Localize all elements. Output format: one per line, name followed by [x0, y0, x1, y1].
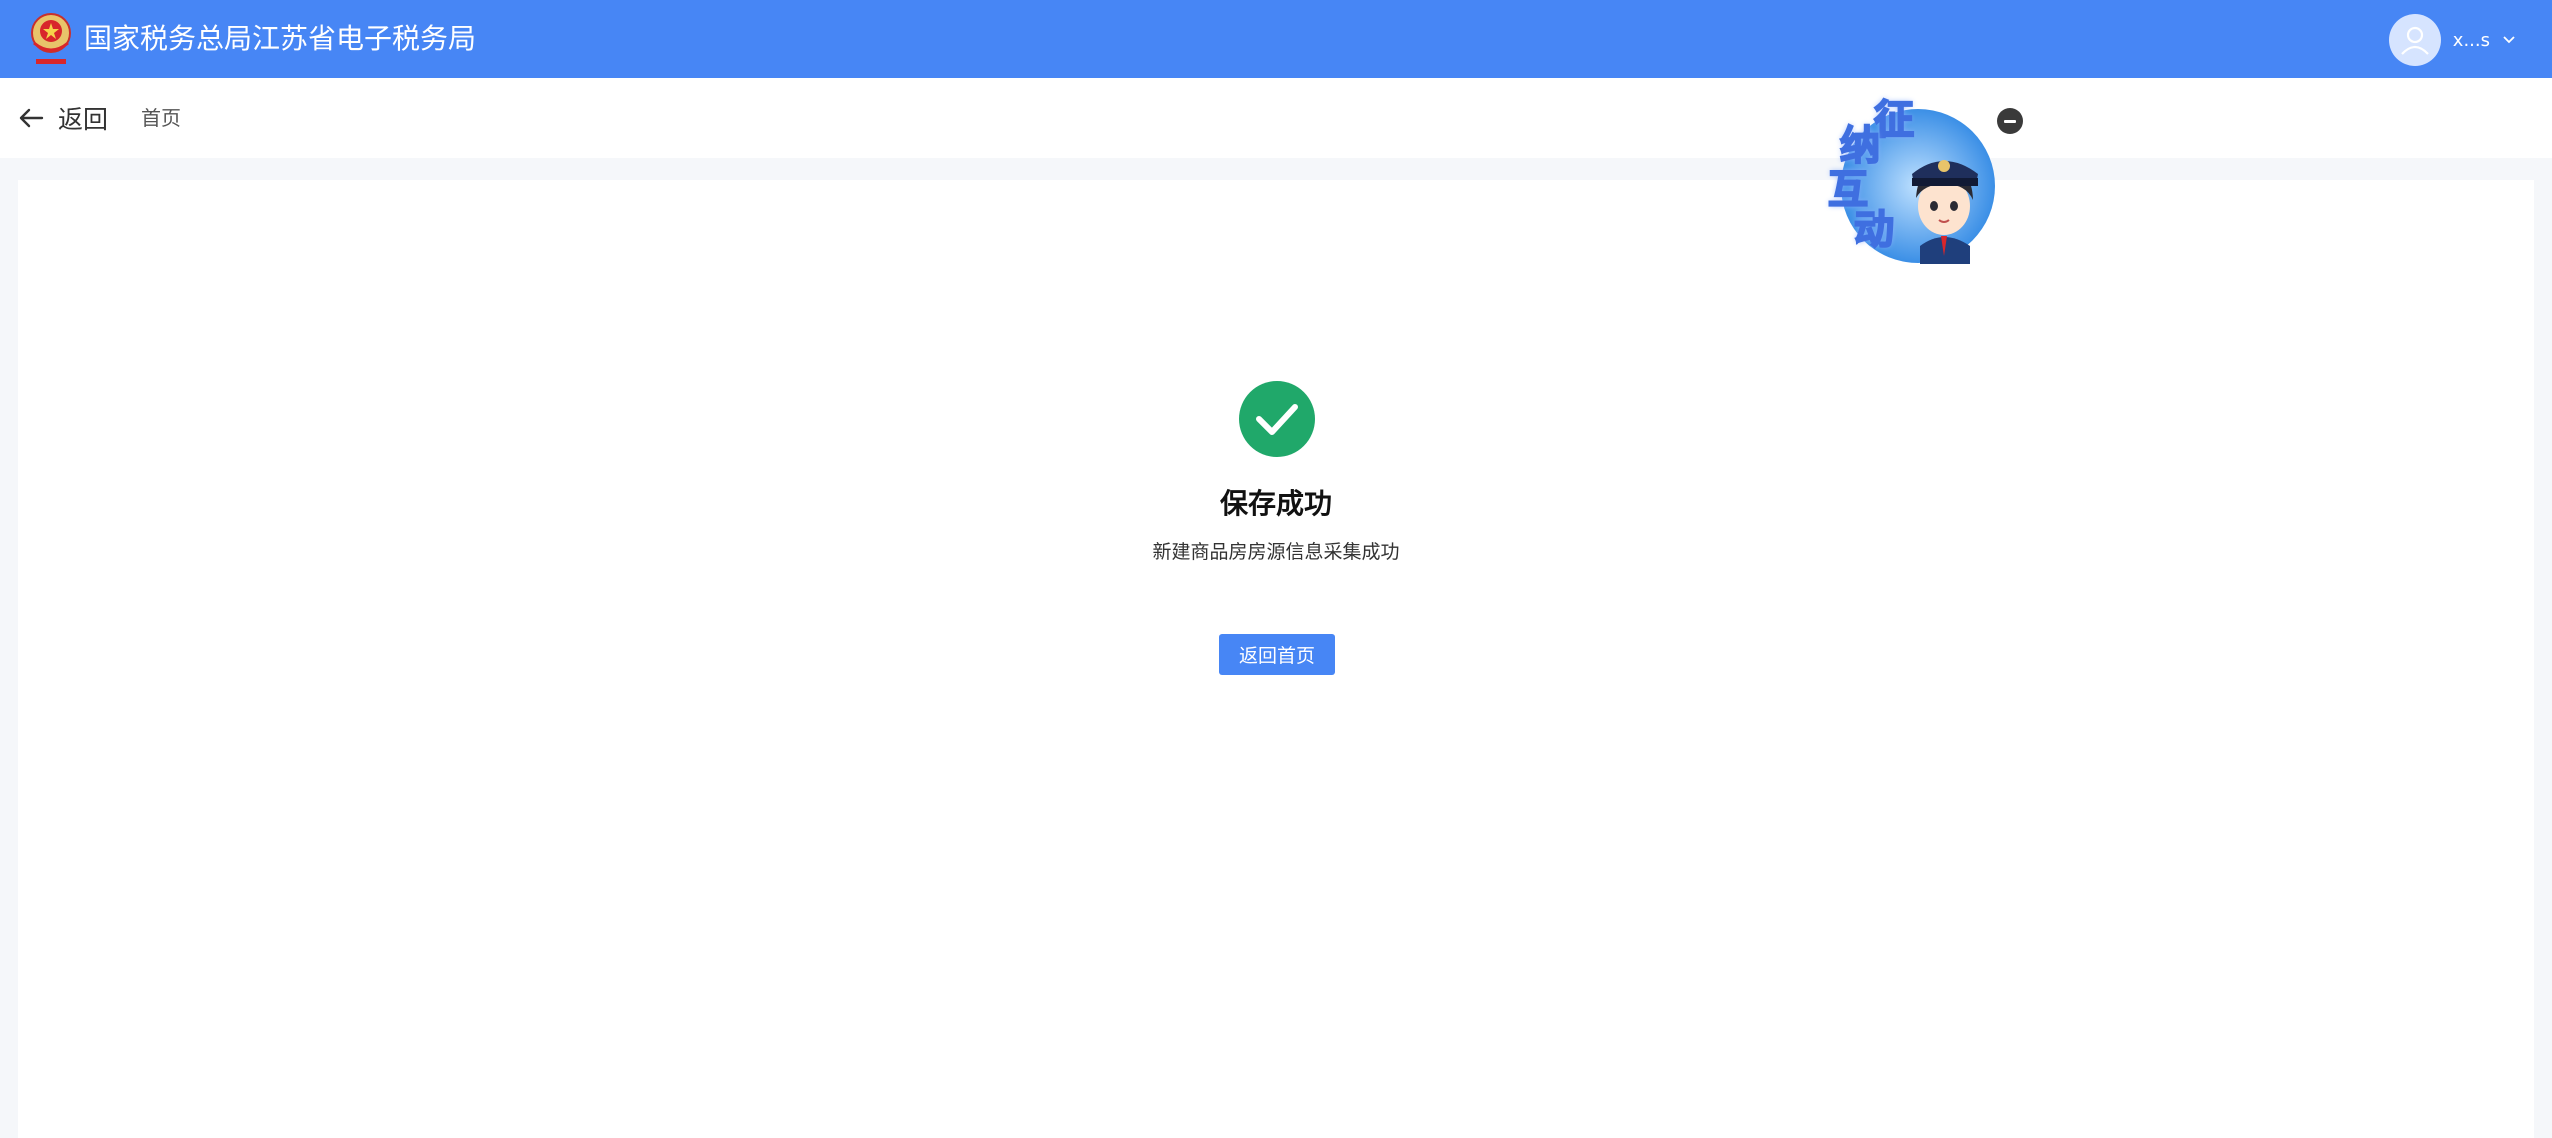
user-menu[interactable]: x...s	[2388, 14, 2516, 66]
arrow-left-icon	[19, 108, 44, 128]
user-avatar-icon	[2388, 14, 2441, 66]
assistant-char-2: 纳	[1839, 123, 1881, 169]
username: x...s	[2452, 29, 2490, 51]
assistant-char-1: 征	[1873, 97, 1915, 143]
check-circle-icon	[1239, 381, 1315, 457]
tax-emblem-icon	[31, 13, 71, 64]
back-button[interactable]: 返回	[18, 100, 108, 136]
return-home-button[interactable]: 返回首页	[1219, 634, 1335, 675]
sub-nav: 返回 首页	[0, 78, 2552, 158]
assistant-char-4: 动	[1853, 207, 1895, 253]
back-label: 返回	[58, 105, 109, 134]
site-title: 国家税务总局江苏省电子税务局	[84, 22, 477, 55]
result-description: 新建商品房房源信息采集成功	[1152, 541, 1400, 563]
assistant-char-3: 互	[1827, 167, 1869, 213]
assistant-widget[interactable]: 征 纳 互 动	[1820, 96, 2002, 266]
chevron-down-icon	[2503, 36, 2515, 44]
result-title: 保存成功	[1219, 487, 1332, 520]
minus-circle-icon[interactable]	[1997, 108, 2023, 134]
top-header: 国家税务总局江苏省电子税务局 x...s	[0, 0, 2552, 78]
breadcrumb-home[interactable]: 首页	[141, 104, 181, 132]
